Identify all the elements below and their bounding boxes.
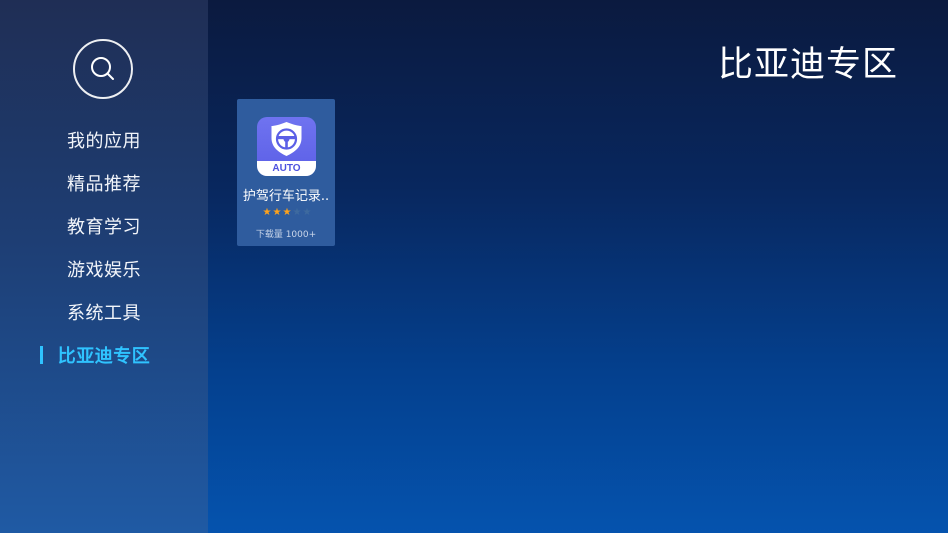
search-icon (91, 57, 114, 80)
sidebar-item-byd-zone[interactable]: 比亚迪专区 (0, 333, 208, 376)
sidebar-item-tools[interactable]: 系统工具 (0, 290, 208, 333)
sidebar-item-label: 教育学习 (67, 216, 141, 238)
sidebar-item-label: 比亚迪专区 (57, 345, 151, 367)
sidebar-item-games[interactable]: 游戏娱乐 (0, 247, 208, 290)
sidebar-item-featured[interactable]: 精品推荐 (0, 161, 208, 204)
active-indicator (40, 346, 43, 364)
star-empty-icon: ★ (292, 207, 302, 218)
sidebar-item-my-apps[interactable]: 我的应用 (0, 118, 208, 161)
app-icon-label: AUTO (257, 161, 316, 176)
sidebar-item-label: 系统工具 (67, 302, 141, 324)
sidebar: 我的应用 精品推荐 教育学习 游戏娱乐 系统工具 比亚迪专区 (0, 0, 208, 533)
download-count: 下载量 1000+ (255, 230, 317, 240)
sidebar-item-label: 精品推荐 (67, 173, 141, 195)
star-empty-icon: ★ (302, 207, 312, 218)
app-name: 护驾行车记录.. (242, 189, 330, 204)
sidebar-item-label: 我的应用 (67, 130, 141, 152)
app-icon: AUTO (257, 117, 316, 176)
search-button[interactable] (73, 39, 133, 99)
sidebar-item-education[interactable]: 教育学习 (0, 204, 208, 247)
star-filled-icon: ★ (262, 207, 272, 218)
steering-shield-icon (271, 122, 302, 156)
app-card[interactable]: AUTO 护驾行车记录.. ★ ★ ★ ★ ★ 下载量 1000+ (237, 99, 335, 246)
rating-stars: ★ ★ ★ ★ ★ (262, 208, 312, 218)
star-filled-icon: ★ (272, 207, 282, 218)
sidebar-item-label: 游戏娱乐 (67, 259, 141, 281)
star-filled-icon: ★ (282, 207, 292, 218)
page-title: 比亚迪专区 (717, 45, 898, 85)
sidebar-nav: 我的应用 精品推荐 教育学习 游戏娱乐 系统工具 比亚迪专区 (0, 118, 208, 376)
